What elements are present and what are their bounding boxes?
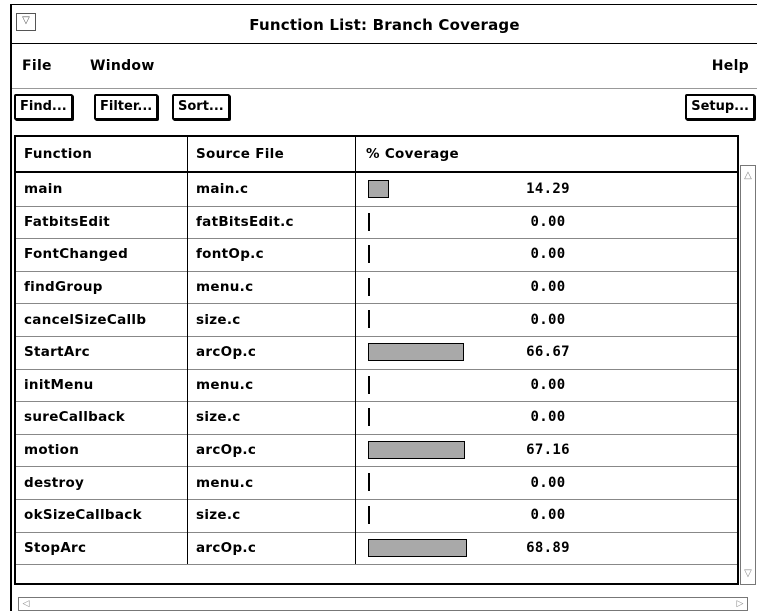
- find-button[interactable]: Find...: [14, 94, 73, 120]
- table-row[interactable]: StartArc arcOp.c 66.67: [16, 336, 737, 370]
- function-name-cell: okSizeCallback: [16, 499, 188, 532]
- filter-button[interactable]: Filter...: [94, 94, 159, 120]
- coverage-value: 66.67: [526, 344, 570, 361]
- function-list-window: ▽ Function List: Branch Coverage File Wi…: [10, 4, 757, 611]
- table-row[interactable]: StopArc arcOp.c 68.89: [16, 531, 737, 566]
- coverage-cell: 0.00: [356, 499, 737, 532]
- source-file-cell: menu.c: [188, 270, 356, 304]
- setup-button[interactable]: Setup...: [685, 94, 755, 120]
- source-file-cell: menu.c: [188, 466, 356, 499]
- function-name-cell: sureCallback: [16, 401, 188, 434]
- toolbar: Find... Filter... Sort... Setup...: [12, 91, 757, 127]
- coverage-cell: 68.89: [356, 532, 737, 565]
- table-row[interactable]: destroy menu.c 0.00: [16, 466, 737, 500]
- column-header-source[interactable]: Source File: [188, 137, 356, 171]
- coverage-value: 0.00: [530, 213, 566, 230]
- horizontal-scrollbar[interactable]: ◁ ▷: [18, 597, 748, 611]
- function-name-cell: StopArc: [16, 531, 188, 565]
- function-name-cell: cancelSizeCallb: [16, 303, 188, 336]
- source-file-cell: arcOp.c: [188, 531, 356, 565]
- function-name-cell: motion: [16, 433, 188, 467]
- function-name-cell: initMenu: [16, 368, 188, 402]
- coverage-cell: 14.29: [356, 173, 737, 206]
- menu-file[interactable]: File: [22, 58, 52, 74]
- scroll-down-icon[interactable]: ▽: [742, 564, 754, 584]
- coverage-value: 0.00: [530, 376, 566, 393]
- table-row[interactable]: sureCallback size.c 0.00: [16, 401, 737, 435]
- scroll-up-icon[interactable]: △: [742, 166, 754, 186]
- function-name-cell: findGroup: [16, 270, 188, 304]
- menu-bar: File Window Help: [12, 44, 757, 89]
- source-file-cell: menu.c: [188, 368, 356, 402]
- window-title: Function List: Branch Coverage: [249, 16, 520, 34]
- coverage-cell: 0.00: [356, 206, 737, 239]
- coverage-value: 14.29: [526, 181, 570, 198]
- coverage-cell: 0.00: [356, 303, 737, 336]
- coverage-value: 0.00: [530, 279, 566, 296]
- coverage-cell: 0.00: [356, 466, 737, 499]
- source-file-cell: fatBitsEdit.c: [188, 205, 356, 239]
- function-name-cell: main: [16, 173, 188, 206]
- coverage-cell: 0.00: [356, 369, 737, 402]
- coverage-cell: 0.00: [356, 271, 737, 304]
- coverage-value: 0.00: [530, 474, 566, 491]
- function-name-cell: StartArc: [16, 336, 188, 369]
- table-row[interactable]: findGroup menu.c 0.00: [16, 270, 737, 305]
- menu-window[interactable]: Window: [90, 58, 155, 74]
- table-row[interactable]: cancelSizeCallb size.c 0.00: [16, 303, 737, 337]
- coverage-value: 0.00: [530, 311, 566, 328]
- scroll-left-icon[interactable]: ◁: [19, 598, 33, 610]
- function-table: Function Source File % Coverage main main…: [14, 135, 739, 585]
- table-row[interactable]: motion arcOp.c 67.16: [16, 433, 737, 468]
- column-header-function[interactable]: Function: [16, 137, 188, 171]
- table-row[interactable]: FontChanged fontOp.c 0.00: [16, 238, 737, 272]
- coverage-cell: 66.67: [356, 336, 737, 369]
- source-file-cell: size.c: [188, 303, 356, 336]
- coverage-cell: 0.00: [356, 401, 737, 434]
- table-row[interactable]: okSizeCallback size.c 0.00: [16, 499, 737, 533]
- function-name-cell: FontChanged: [16, 238, 188, 271]
- source-file-cell: size.c: [188, 401, 356, 434]
- table-row[interactable]: initMenu menu.c 0.00: [16, 368, 737, 403]
- source-file-cell: arcOp.c: [188, 433, 356, 467]
- title-bar[interactable]: ▽ Function List: Branch Coverage: [12, 5, 757, 44]
- coverage-value: 0.00: [530, 507, 566, 524]
- coverage-value: 67.16: [526, 442, 570, 459]
- source-file-cell: fontOp.c: [188, 238, 356, 271]
- coverage-value: 0.00: [530, 409, 566, 426]
- column-header-coverage[interactable]: % Coverage: [356, 137, 737, 171]
- sort-button[interactable]: Sort...: [172, 94, 230, 120]
- vertical-scrollbar[interactable]: △ ▽: [740, 165, 756, 585]
- coverage-value: 0.00: [530, 246, 566, 263]
- coverage-cell: 67.16: [356, 434, 737, 467]
- coverage-cell: 0.00: [356, 238, 737, 271]
- function-name-cell: FatbitsEdit: [16, 205, 188, 239]
- table-row[interactable]: main main.c 14.29: [16, 173, 737, 207]
- function-name-cell: destroy: [16, 466, 188, 499]
- source-file-cell: size.c: [188, 499, 356, 532]
- table-header: Function Source File % Coverage: [16, 137, 737, 173]
- table-row[interactable]: FatbitsEdit fatBitsEdit.c 0.00: [16, 205, 737, 240]
- source-file-cell: arcOp.c: [188, 336, 356, 369]
- source-file-cell: main.c: [188, 173, 356, 206]
- scroll-right-icon[interactable]: ▷: [733, 598, 747, 610]
- coverage-value: 68.89: [526, 539, 570, 556]
- menu-help[interactable]: Help: [712, 58, 749, 74]
